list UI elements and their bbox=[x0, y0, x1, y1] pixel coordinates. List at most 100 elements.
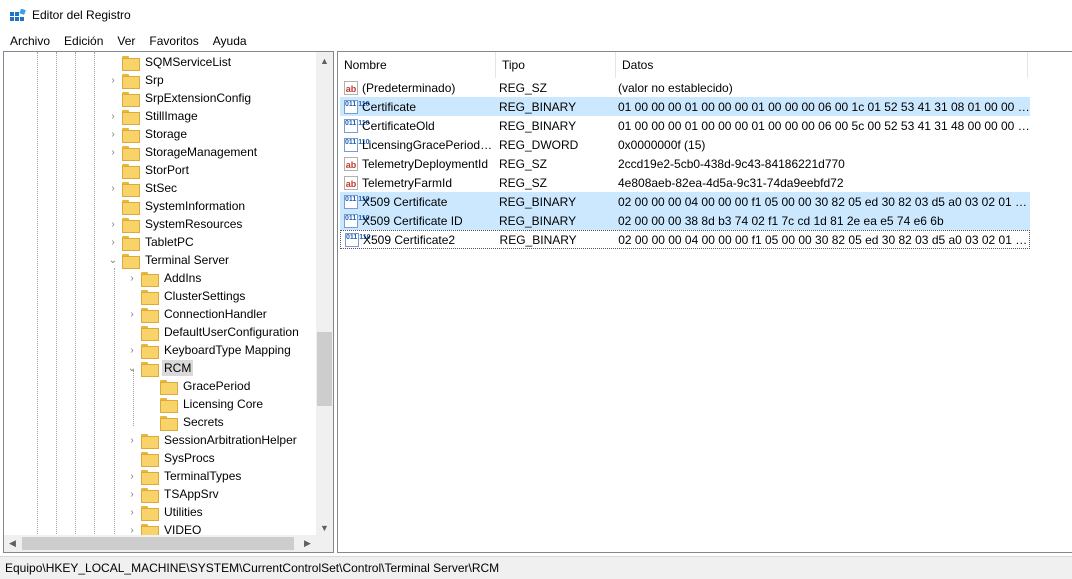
values-list-panel[interactable]: Nombre Tipo Datos ab (Predeterminado) REG_… bbox=[337, 51, 1072, 553]
tree-scroll-thumb[interactable] bbox=[317, 332, 332, 406]
scroll-right-icon[interactable]: ▶ bbox=[299, 535, 316, 552]
expand-chevron-icon[interactable]: › bbox=[107, 107, 119, 125]
tree-guide-line bbox=[56, 52, 57, 536]
tree-item[interactable]: › KeyboardType Mapping bbox=[126, 341, 293, 359]
expand-chevron-icon[interactable]: › bbox=[107, 179, 119, 197]
menu-edicion[interactable]: Edición bbox=[57, 32, 110, 50]
tree-item-label: AddIns bbox=[164, 271, 202, 285]
expand-chevron-icon[interactable]: › bbox=[107, 215, 119, 233]
tree-hscroll-thumb[interactable] bbox=[22, 537, 294, 550]
tree-horizontal-scrollbar[interactable]: ◀ ▶ bbox=[4, 535, 316, 552]
tree-vertical-scrollbar[interactable]: ▲ ▼ bbox=[316, 52, 333, 536]
tree-item-label: TabletPC bbox=[145, 235, 194, 249]
folder-icon bbox=[141, 451, 159, 467]
tree-item[interactable]: ClusterSettings bbox=[126, 287, 247, 305]
tree-item-label: SessionArbitrationHelper bbox=[164, 433, 297, 447]
value-row[interactable]: ab (Predeterminado) REG_SZ (valor no establ… bbox=[340, 78, 1030, 97]
expand-chevron-icon[interactable]: › bbox=[126, 305, 138, 323]
tree-item[interactable]: › StorageManagement bbox=[107, 143, 259, 161]
value-data: 02 00 00 00 38 8d b3 74 02 f1 7c cd 1d 8… bbox=[618, 213, 944, 228]
scroll-up-icon[interactable]: ▲ bbox=[316, 52, 333, 69]
value-row[interactable]: 011 110 X509 Certificate ID REG_BINARY 02 0… bbox=[340, 211, 1030, 230]
tree-item-label: SrpExtensionConfig bbox=[145, 91, 252, 105]
tree-item[interactable]: › AddIns bbox=[126, 269, 203, 287]
menu-ayuda[interactable]: Ayuda bbox=[206, 32, 254, 50]
value-data: 02 00 00 00 04 00 00 00 f1 05 00 00 30 8… bbox=[618, 232, 1029, 247]
value-row[interactable]: 011 110 X509 Certificate2 REG_BINARY 02 00 … bbox=[340, 230, 1030, 249]
tree-item[interactable]: Secrets bbox=[145, 413, 226, 431]
tree-item[interactable]: › StillImage bbox=[107, 107, 200, 125]
collapse-chevron-icon[interactable]: ⌄ bbox=[107, 251, 119, 269]
window-title: Editor del Registro bbox=[32, 8, 131, 22]
tree-item[interactable]: › ConnectionHandler bbox=[126, 305, 269, 323]
expand-chevron-icon[interactable]: › bbox=[126, 467, 138, 485]
tree-item[interactable]: ⌄ RCM bbox=[126, 359, 194, 377]
column-header-name[interactable]: Nombre bbox=[338, 52, 496, 78]
tree-item[interactable]: › Srp bbox=[107, 71, 166, 89]
value-row[interactable]: ab TelemetryFarmId REG_SZ 4e808aeb-82ea-4d5… bbox=[340, 173, 1030, 192]
title-bar: Editor del Registro bbox=[0, 0, 1072, 31]
folder-icon bbox=[122, 109, 140, 125]
collapse-chevron-icon[interactable]: ⌄ bbox=[126, 359, 138, 377]
tree-item-label: Secrets bbox=[183, 415, 224, 429]
menu-ver[interactable]: Ver bbox=[110, 32, 142, 50]
menu-archivo[interactable]: Archivo bbox=[3, 32, 57, 50]
value-name: CertificateOld bbox=[362, 118, 435, 133]
value-row[interactable]: 011 110 CertificateOld REG_BINARY 01 00 00 … bbox=[340, 116, 1030, 135]
expand-chevron-icon[interactable]: › bbox=[126, 341, 138, 359]
value-name: LicensingGracePeriodE... bbox=[362, 137, 498, 152]
tree-item[interactable]: SQMServiceList bbox=[107, 53, 233, 71]
scroll-down-icon[interactable]: ▼ bbox=[316, 519, 333, 536]
tree-item[interactable]: › TSAppSrv bbox=[126, 485, 221, 503]
tree-item[interactable]: › TerminalTypes bbox=[126, 467, 243, 485]
value-row[interactable]: 011 110 LicensingGracePeriodE... REG_DWORD… bbox=[340, 135, 1030, 154]
expand-chevron-icon[interactable]: › bbox=[126, 521, 138, 536]
value-data: 01 00 00 00 01 00 00 00 01 00 00 00 06 0… bbox=[618, 99, 1030, 114]
tree-item-label: Utilities bbox=[164, 505, 203, 519]
value-row[interactable]: ab TelemetryDeploymentId REG_SZ 2ccd19e2-5c… bbox=[340, 154, 1030, 173]
column-header-data[interactable]: Datos bbox=[616, 52, 1028, 78]
tree-item[interactable]: › VIDEO bbox=[126, 521, 203, 536]
expand-chevron-icon[interactable]: › bbox=[126, 485, 138, 503]
tree-item-label: StSec bbox=[145, 181, 178, 195]
scroll-left-icon[interactable]: ◀ bbox=[4, 535, 21, 552]
folder-icon bbox=[141, 289, 159, 305]
value-type: REG_SZ bbox=[499, 175, 548, 190]
tree-item[interactable]: › TabletPC bbox=[107, 233, 196, 251]
expand-chevron-icon[interactable]: › bbox=[107, 233, 119, 251]
value-row[interactable]: 011 110 Certificate REG_BINARY 01 00 00 00 … bbox=[340, 97, 1030, 116]
value-type: REG_BINARY bbox=[499, 99, 577, 114]
key-tree-panel[interactable]: SQMServiceList › Srp SrpExtensionConfig › Sti… bbox=[3, 51, 334, 553]
expand-chevron-icon[interactable]: › bbox=[107, 143, 119, 161]
tree-item[interactable]: › Storage bbox=[107, 125, 189, 143]
tree-item-label: RCM bbox=[162, 360, 194, 376]
tree-item-label: ClusterSettings bbox=[164, 289, 246, 303]
column-header-type[interactable]: Tipo bbox=[496, 52, 616, 78]
tree-item[interactable]: › Utilities bbox=[126, 503, 205, 521]
menu-favoritos[interactable]: Favoritos bbox=[142, 32, 205, 50]
expand-chevron-icon[interactable]: › bbox=[107, 125, 119, 143]
tree-item[interactable]: ⌄ Terminal Server bbox=[107, 251, 231, 269]
tree-item[interactable]: StorPort bbox=[107, 161, 191, 179]
expand-chevron-icon[interactable]: › bbox=[126, 269, 138, 287]
tree-connector bbox=[107, 197, 119, 215]
tree-item[interactable]: GracePeriod bbox=[145, 377, 252, 395]
tree-item[interactable]: › SessionArbitrationHelper bbox=[126, 431, 299, 449]
tree-guide-line bbox=[133, 370, 134, 426]
value-row[interactable]: 011 110 X509 Certificate REG_BINARY 02 00 0… bbox=[340, 192, 1030, 211]
key-tree: SQMServiceList › Srp SrpExtensionConfig › Sti… bbox=[4, 52, 316, 536]
tree-item[interactable]: SysProcs bbox=[126, 449, 217, 467]
tree-item[interactable]: DefaultUserConfiguration bbox=[126, 323, 301, 341]
expand-chevron-icon[interactable]: › bbox=[126, 503, 138, 521]
binary-value-icon: 011 110 bbox=[344, 99, 370, 114]
tree-item[interactable]: › SystemResources bbox=[107, 215, 244, 233]
expand-chevron-icon[interactable]: › bbox=[107, 71, 119, 89]
tree-item-label: StorageManagement bbox=[145, 145, 258, 159]
tree-item[interactable]: Licensing Core bbox=[145, 395, 265, 413]
value-name: X509 Certificate2 bbox=[363, 232, 456, 247]
value-name-cell: 011 110 Certificate bbox=[340, 99, 498, 114]
tree-item[interactable]: SrpExtensionConfig bbox=[107, 89, 253, 107]
expand-chevron-icon[interactable]: › bbox=[126, 431, 138, 449]
tree-item[interactable]: SystemInformation bbox=[107, 197, 247, 215]
tree-item[interactable]: › StSec bbox=[107, 179, 179, 197]
